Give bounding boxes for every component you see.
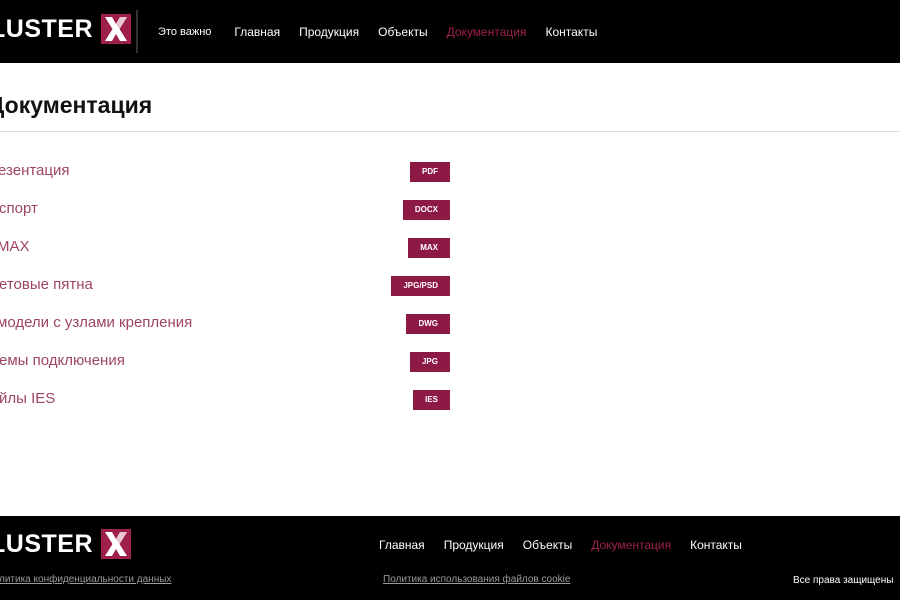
document-link-passport[interactable]: спорт xyxy=(0,200,38,217)
footer-nav-documentation[interactable]: Документация xyxy=(591,538,671,552)
copyright-text: Все права защищены xyxy=(793,575,894,586)
footer-nav-products[interactable]: Продукция xyxy=(444,538,504,552)
document-row: спорт DOCX xyxy=(0,190,900,228)
format-badge-max[interactable]: MAX xyxy=(408,238,450,258)
logo-x-icon xyxy=(101,14,131,44)
document-row: етовые пятна JPG/PSD xyxy=(0,266,900,304)
site-header: LUSTER Это важно Главная Продукция Объек… xyxy=(0,0,900,63)
format-badge-jpg-psd[interactable]: JPG/PSD xyxy=(391,276,450,296)
page-title: Документация xyxy=(0,92,153,118)
title-divider xyxy=(0,131,900,132)
nav-item-products[interactable]: Продукция xyxy=(299,25,359,39)
nav-item-objects[interactable]: Объекты xyxy=(378,25,428,39)
format-badge-docx[interactable]: DOCX xyxy=(402,200,450,220)
logo-text: LUSTER xyxy=(0,15,93,43)
document-link-light-spots[interactable]: етовые пятна xyxy=(0,276,93,293)
document-row: емы подключения JPG xyxy=(0,342,900,380)
document-link-3dmax[interactable]: MAX xyxy=(0,238,30,255)
format-badge-jpg[interactable]: JPG xyxy=(409,352,450,372)
document-link-presentation[interactable]: езентация xyxy=(0,162,69,179)
nav-item-contacts[interactable]: Контакты xyxy=(545,25,597,39)
footer-nav-objects[interactable]: Объекты xyxy=(523,538,573,552)
document-row: MAX MAX xyxy=(0,228,900,266)
site-footer: LUSTER Главная Продукция Объекты Докумен… xyxy=(0,516,900,600)
document-link-ies-files[interactable]: йлы IES xyxy=(0,390,55,407)
format-badge-dwg[interactable]: DWG xyxy=(406,314,450,334)
document-row: йлы IES IES xyxy=(0,380,900,418)
nav-item-documentation[interactable]: Документация xyxy=(447,25,527,39)
document-link-models[interactable]: модели с узлами крепления xyxy=(0,314,192,331)
footer-nav-home[interactable]: Главная xyxy=(379,538,425,552)
format-badge-pdf[interactable]: PDF xyxy=(410,162,450,182)
cookie-policy-link[interactable]: Политика использования файлов cookie xyxy=(383,574,570,585)
privacy-policy-link[interactable]: литика конфиденциальности данных xyxy=(0,574,171,585)
document-row: модели с узлами крепления DWG xyxy=(0,304,900,342)
header-divider xyxy=(136,10,138,53)
logo-x-icon xyxy=(101,529,131,559)
header-logo[interactable]: LUSTER xyxy=(0,14,131,44)
footer-logo[interactable]: LUSTER xyxy=(0,529,131,559)
nav-item-home[interactable]: Главная xyxy=(234,25,280,39)
nav-item-important[interactable]: Это важно xyxy=(158,26,211,38)
format-badge-ies[interactable]: IES xyxy=(413,390,450,410)
document-row: езентация PDF xyxy=(0,152,900,190)
document-list: езентация PDF спорт DOCX MAX MAX етовые … xyxy=(0,152,900,418)
document-link-wiring-schemes[interactable]: емы подключения xyxy=(0,352,125,369)
logo-text: LUSTER xyxy=(0,530,93,558)
footer-nav: Главная Продукция Объекты Документация К… xyxy=(379,538,761,552)
footer-nav-contacts[interactable]: Контакты xyxy=(690,538,742,552)
main-nav: Это важно Главная Продукция Объекты Доку… xyxy=(158,0,616,63)
